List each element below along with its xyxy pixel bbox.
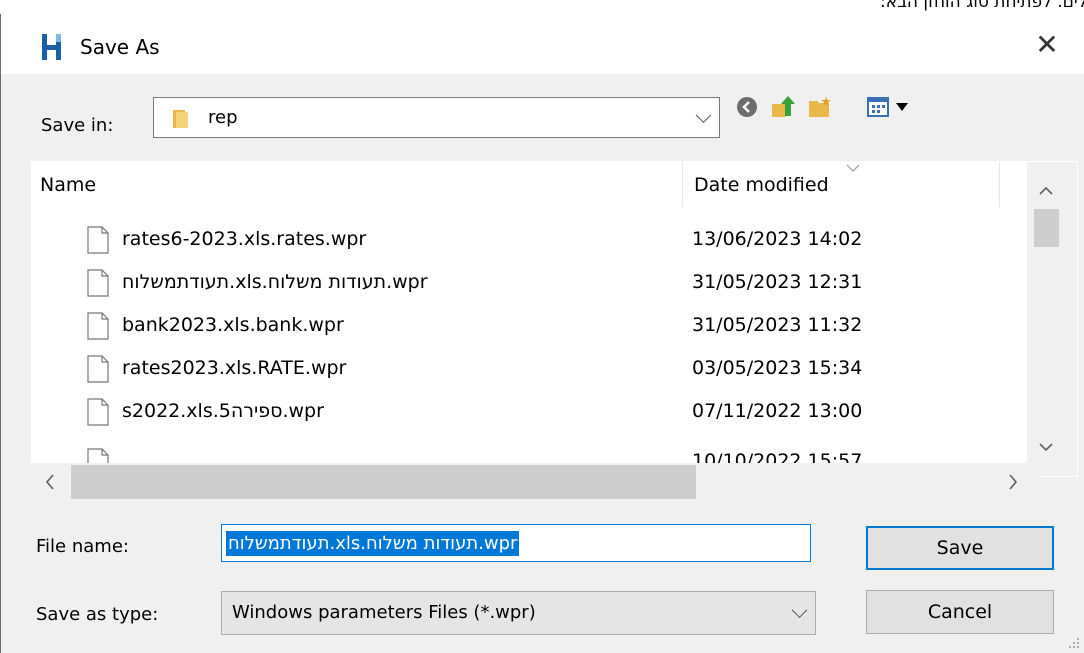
horizontal-scrollbar[interactable]: [31, 463, 1041, 507]
file-row[interactable]: תעודתמשלוח.xls.תעודות משלוח.wpr 31/05/20…: [32, 266, 1027, 300]
file-icon: [87, 355, 109, 383]
save-in-dropdown[interactable]: rep: [153, 97, 720, 138]
file-name: rates6-2023.xls.rates.wpr: [122, 228, 367, 250]
file-name: rates2023.xls.RATE.wpr: [122, 357, 347, 379]
scroll-left-icon[interactable]: [43, 474, 57, 490]
save-as-type-label: Save as type:: [36, 604, 159, 625]
file-row[interactable]: rates6-2023.xls.rates.wpr 13/06/2023 14:…: [32, 223, 1027, 257]
back-icon[interactable]: [734, 94, 760, 120]
file-name-selected-text: תעודתמשלוח.xls.תעודות משלוח.wpr: [226, 531, 520, 556]
column-header-date-modified[interactable]: Date modified: [694, 174, 829, 196]
file-name-label: File name:: [36, 536, 129, 557]
file-name: s2022.xls.5ספירה.wpr: [122, 400, 324, 422]
dropdown-arrow-icon: [896, 103, 908, 111]
save-button[interactable]: Save: [866, 526, 1054, 570]
file-row[interactable]: bank2023.xls.bank.wpr 31/05/2023 11:32: [32, 309, 1027, 343]
sort-indicator-icon: [846, 164, 860, 172]
vertical-scrollbar[interactable]: [1027, 162, 1077, 476]
title-bar: Save As ✕: [1, 14, 1084, 74]
background-document-text: סמרת הקובץ בוחרים בכפתור הדיסק סבסרגל הכ…: [0, 0, 1084, 14]
chevron-down-icon: [791, 602, 808, 619]
new-folder-icon[interactable]: [807, 94, 833, 120]
file-date: 31/05/2023 11:32: [692, 314, 863, 336]
app-logo-icon: [42, 34, 61, 60]
file-date: 31/05/2023 12:31: [692, 271, 863, 293]
dialog-title: Save As: [80, 35, 160, 59]
file-icon: [87, 226, 109, 254]
file-name: bank2023.xls.bank.wpr: [122, 314, 344, 336]
scroll-down-icon[interactable]: [1039, 440, 1053, 454]
save-in-label: Save in:: [41, 115, 114, 136]
cancel-button[interactable]: Cancel: [866, 590, 1054, 634]
file-name-input[interactable]: תעודתמשלוח.xls.תעודות משלוח.wpr: [221, 524, 811, 562]
file-icon: [87, 312, 109, 340]
scroll-up-icon[interactable]: [1039, 184, 1053, 198]
view-menu-button[interactable]: [866, 94, 920, 120]
save-as-type-dropdown[interactable]: Windows parameters Files (*.wpr): [221, 591, 816, 635]
save-as-type-value: Windows parameters Files (*.wpr): [232, 602, 536, 623]
file-row[interactable]: rates2023.xls.RATE.wpr 03/05/2023 15:34: [32, 352, 1027, 386]
chevron-down-icon: [695, 106, 712, 123]
save-in-value: rep: [208, 107, 238, 128]
up-folder-icon[interactable]: [769, 94, 795, 120]
column-separator[interactable]: [999, 162, 1000, 207]
resize-grip-icon[interactable]: [1067, 636, 1081, 650]
close-icon[interactable]: ✕: [1031, 30, 1063, 62]
view-menu-icon: [867, 97, 889, 117]
file-row[interactable]: s2022.xls.5ספירה.wpr 07/11/2022 13:00: [32, 395, 1027, 429]
vertical-scroll-thumb[interactable]: [1034, 209, 1059, 247]
file-date: 03/05/2023 15:34: [692, 357, 863, 379]
file-icon: [87, 269, 109, 297]
scroll-right-icon[interactable]: [1006, 474, 1020, 490]
horizontal-scroll-thumb[interactable]: [71, 465, 696, 499]
file-icon: [87, 398, 109, 426]
save-as-dialog: Save As ✕ Save in: rep Name Date modifie…: [0, 14, 1084, 653]
file-date: 07/11/2022 13:00: [692, 400, 863, 422]
column-separator[interactable]: [682, 162, 683, 207]
file-name: תעודתמשלוח.xls.תעודות משלוח.wpr: [122, 271, 428, 293]
folder-icon: [173, 110, 188, 128]
file-date: 13/06/2023 14:02: [692, 228, 863, 250]
column-header-name[interactable]: Name: [40, 174, 96, 196]
file-list: Name Date modified rates6-2023.xls.rates…: [31, 161, 1078, 477]
